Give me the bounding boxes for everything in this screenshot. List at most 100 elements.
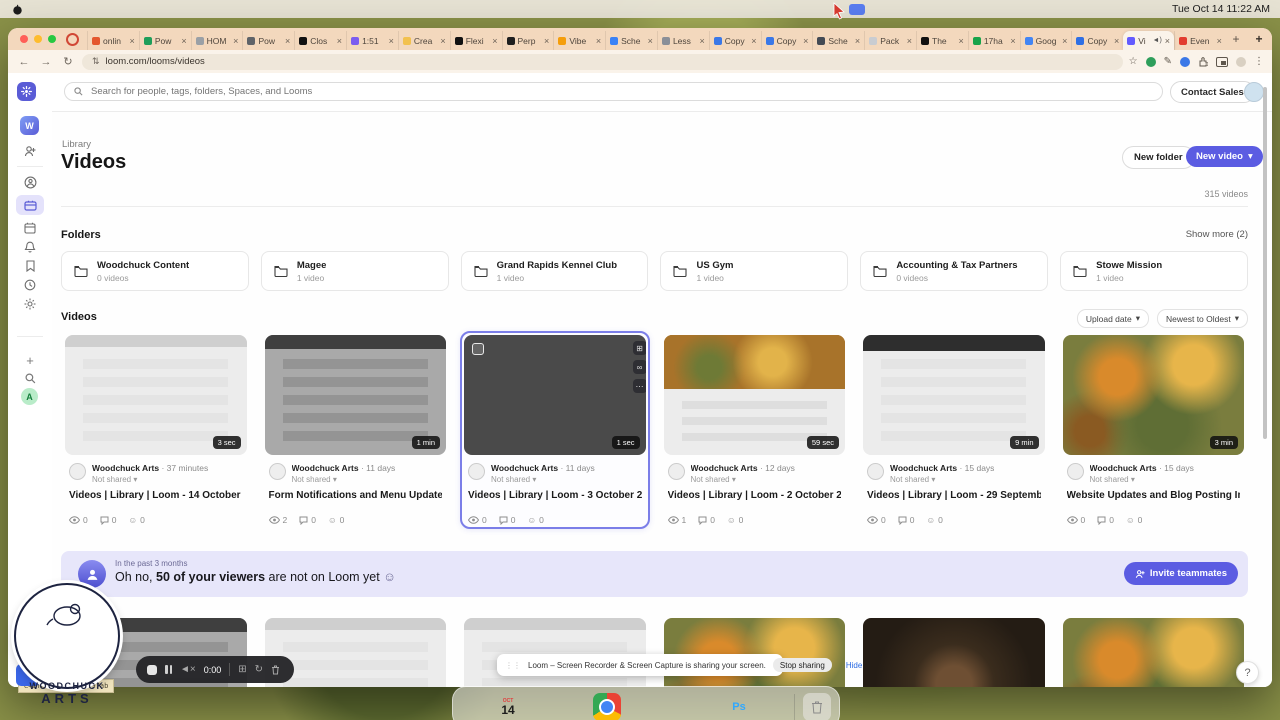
folder-card[interactable]: Magee 1 video (260, 251, 449, 291)
tab-close-icon[interactable]: × (337, 36, 342, 46)
dock-app-icon[interactable] (527, 693, 555, 720)
tab-close-icon[interactable]: × (751, 36, 756, 46)
page-scrollbar[interactable] (1263, 87, 1267, 439)
browser-tab[interactable]: Copy ◄) × (708, 31, 761, 50)
tab-close-icon[interactable]: × (544, 36, 549, 46)
browser-tab[interactable]: 1:51 ◄) × (346, 31, 398, 50)
address-bar[interactable]: ⇅ loom.com/looms/videos (82, 53, 1123, 70)
help-button[interactable]: ? (1236, 661, 1259, 684)
site-info-icon[interactable]: ⇅ (92, 56, 100, 67)
dock-app-icon[interactable] (692, 693, 720, 720)
extension-icon-blue[interactable] (1180, 56, 1190, 67)
video-thumbnail[interactable] (863, 618, 1045, 687)
share-status-dropdown[interactable]: Not shared ▾ (691, 475, 795, 484)
account-avatar[interactable] (1244, 82, 1264, 102)
bookmarks-icon[interactable] (21, 257, 39, 275)
browser-tab[interactable]: Copy ◄) × (760, 31, 813, 50)
video-card[interactable]: ⊞ ∞ ⋯ 59 sec Woodchuck Arts · 12 days No… (660, 331, 850, 529)
sort-field-dropdown[interactable]: Upload date ▾ (1076, 309, 1149, 328)
pause-recording-button[interactable] (165, 665, 172, 674)
tab-close-icon[interactable]: × (440, 36, 445, 46)
tab-close-icon[interactable]: × (648, 36, 653, 46)
browser-tab[interactable]: Sche ◄) × (605, 31, 657, 50)
browser-tab[interactable]: Clos ◄) × (294, 31, 346, 50)
folder-card[interactable]: Woodchuck Content 0 videos (61, 251, 249, 291)
stop-recording-button[interactable] (147, 664, 157, 675)
share-status-dropdown[interactable]: Not shared ▾ (92, 475, 208, 484)
browser-tab[interactable]: Copy ◄) × (1071, 31, 1123, 50)
dock-app-icon[interactable] (659, 693, 687, 720)
video-card[interactable]: ⊞ ∞ ⋯ 3 sec Woodchuck Arts · 37 minutes … (61, 331, 251, 529)
history-clock-icon[interactable] (21, 276, 39, 294)
menu-status-icon[interactable] (848, 3, 865, 15)
library-icon[interactable] (16, 195, 44, 215)
workspace-avatar[interactable]: W (20, 116, 39, 135)
back-button[interactable]: ← (16, 56, 32, 68)
new-folder-button[interactable]: New folder (1122, 146, 1195, 169)
trash-icon[interactable] (803, 693, 831, 720)
new-video-button[interactable]: New video ▾ (1186, 146, 1263, 167)
meetings-icon[interactable] (21, 219, 39, 237)
video-card[interactable] (859, 614, 1049, 687)
dock-app-icon[interactable]: Ps (725, 693, 753, 720)
mute-icon[interactable]: ◄× (180, 664, 196, 675)
video-title[interactable]: Form Notifications and Menu Updates Disc… (269, 490, 443, 501)
browser-tab[interactable]: Crea ◄) × (397, 31, 450, 50)
restart-recording-button[interactable]: ↻ (255, 664, 263, 675)
dock-app-icon[interactable] (758, 693, 786, 720)
video-card[interactable]: ⊞ ∞ ⋯ 1 sec Woodchuck Arts · 11 days Not… (460, 331, 650, 529)
extensions-puzzle-icon[interactable] (1198, 56, 1208, 67)
video-card[interactable]: ⊞ ∞ ⋯ 3 min Woodchuck Arts · 15 days Not… (1059, 331, 1249, 529)
forward-button[interactable]: → (38, 56, 54, 68)
video-card[interactable] (660, 614, 850, 687)
tab-close-icon[interactable]: × (803, 36, 808, 46)
reload-button[interactable]: ↻ (60, 55, 76, 68)
dock-app-icon[interactable]: OCT 14 (494, 693, 522, 720)
video-thumbnail[interactable] (1062, 618, 1244, 687)
browser-tab[interactable]: 17ha ◄) × (967, 31, 1020, 50)
video-thumbnail[interactable]: ⊞ ∞ ⋯ 1 sec (464, 335, 646, 455)
tab-close-icon[interactable]: × (1062, 36, 1067, 46)
show-more-button[interactable]: Show more (2) (1142, 229, 1248, 240)
video-thumbnail[interactable]: ⊞ ∞ ⋯ 3 sec (65, 335, 247, 455)
tab-close-icon[interactable]: × (1010, 36, 1015, 46)
tab-close-icon[interactable]: × (389, 36, 394, 46)
tab-close-icon[interactable]: × (181, 36, 186, 46)
browser-tab[interactable]: Sche ◄) × (812, 31, 864, 50)
tab-close-icon[interactable]: × (699, 36, 704, 46)
close-window-button[interactable] (20, 35, 28, 43)
browser-tab[interactable]: HOM ◄) × (190, 31, 243, 50)
browser-profile-avatar[interactable] (1236, 56, 1246, 67)
browser-tab[interactable]: Perp ◄) × (501, 31, 554, 50)
browser-tab[interactable]: Even ◄) × (1174, 31, 1226, 50)
browser-tab[interactable]: Vibe ◄) × (553, 31, 605, 50)
drag-handle-icon[interactable]: ⋮⋮ (505, 661, 521, 670)
more-options-button[interactable]: ⋯ (632, 379, 646, 393)
home-icon[interactable] (21, 173, 39, 191)
loom-logo-icon[interactable] (17, 82, 36, 101)
video-title[interactable]: Videos | Library | Loom - 3 October 2025 (468, 490, 642, 501)
dock-app-icon[interactable] (461, 693, 489, 720)
tab-audio-icon[interactable]: ◄) (1153, 37, 1162, 44)
video-thumbnail[interactable]: ⊞ ∞ ⋯ 1 min (264, 335, 446, 455)
copy-link-button[interactable]: ∞ (632, 360, 646, 374)
dock-app-icon[interactable] (560, 693, 588, 720)
invite-members-icon[interactable] (21, 142, 39, 160)
video-thumbnail[interactable]: ⊞ ∞ ⋯ 59 sec (663, 335, 845, 455)
video-thumbnail[interactable] (464, 618, 646, 687)
browser-tab[interactable]: onlin ◄) × (87, 31, 139, 50)
settings-gear-icon[interactable] (21, 295, 39, 313)
notifications-bell-icon[interactable] (21, 238, 39, 256)
rail-search-icon[interactable] (21, 369, 39, 387)
hide-notification-button[interactable]: Hide (846, 661, 862, 670)
browser-tab[interactable]: Vi ◄) × (1123, 31, 1175, 50)
video-title[interactable]: Website Updates and Blog Posting Instruc… (1067, 490, 1241, 501)
folder-card[interactable]: US Gym 1 video (660, 251, 849, 291)
sort-order-dropdown[interactable]: Newest to Oldest ▾ (1156, 309, 1248, 328)
extension-icon-green[interactable] (1145, 56, 1156, 67)
stop-sharing-button[interactable]: Stop sharing (772, 658, 832, 672)
browser-tab[interactable]: Goog ◄) × (1019, 31, 1072, 50)
video-title[interactable]: Videos | Library | Loom - 29 September 2… (867, 490, 1041, 501)
bookmark-star-icon[interactable]: ☆ (1129, 56, 1138, 67)
tab-close-icon[interactable]: × (959, 36, 964, 46)
